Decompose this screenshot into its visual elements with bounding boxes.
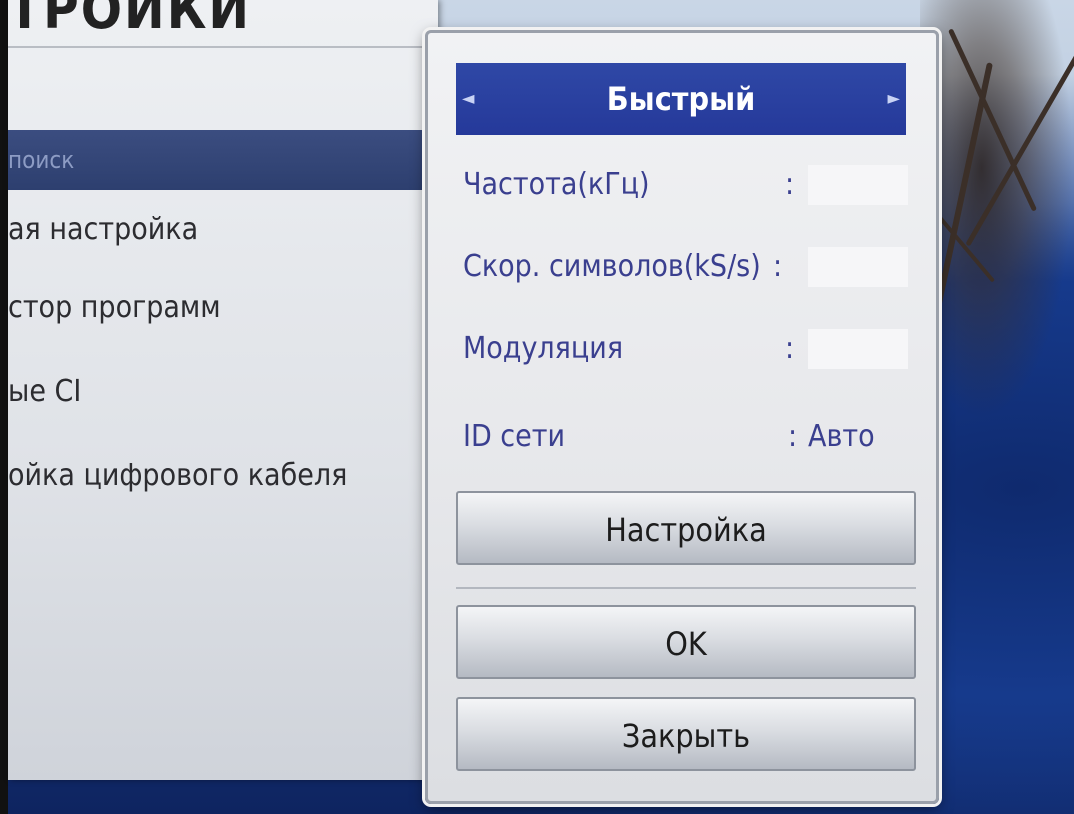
ok-button[interactable]: OK: [456, 605, 916, 679]
field-colon: :: [785, 167, 795, 202]
title-divider: [8, 46, 438, 48]
field-colon: :: [785, 331, 795, 366]
menu-item-label: ые CI: [8, 374, 82, 409]
screen-bezel: [0, 0, 8, 814]
button-divider: [456, 587, 916, 589]
menu-item-label: поиск: [8, 146, 75, 174]
menu-item-label: ая настройка: [8, 212, 199, 247]
menu-item-search[interactable]: поиск: [8, 130, 438, 190]
arrow-left-icon[interactable]: ◄: [462, 63, 474, 135]
modulation-label: Модуляция: [463, 331, 624, 366]
field-colon: :: [773, 249, 783, 284]
menu-item-ci-info[interactable]: ые CI: [8, 362, 438, 422]
menu-item-digital-cable-setup[interactable]: ойка цифрового кабеля: [8, 446, 438, 506]
network-id-row: ID сети : Авто: [463, 407, 913, 467]
symbol-rate-label: Скор. символов(kS/s): [463, 249, 761, 284]
search-mode-selector[interactable]: ◄ Быстрый ►: [456, 63, 906, 135]
menu-item-program-editor[interactable]: стор программ: [8, 278, 438, 338]
arrow-right-icon[interactable]: ►: [888, 63, 900, 135]
frequency-row: Частота(кГц) :: [463, 155, 913, 215]
frequency-input[interactable]: [808, 165, 908, 205]
menu-item-label: стор программ: [8, 290, 221, 325]
modulation-input[interactable]: [808, 329, 908, 369]
field-colon: :: [788, 419, 798, 454]
menu-item-label: ойка цифрового кабеля: [8, 458, 348, 493]
background-tree: [889, 0, 1074, 420]
menu-item-manual-setup[interactable]: ая настройка: [8, 200, 438, 260]
symbol-rate-input[interactable]: [808, 247, 908, 287]
search-mode-value: Быстрый: [606, 80, 756, 118]
modulation-row: Модуляция :: [463, 319, 913, 379]
close-button[interactable]: Закрыть: [456, 697, 916, 771]
setup-button[interactable]: Настройка: [456, 491, 916, 565]
cable-search-dialog: ◄ Быстрый ► Частота(кГц) : Скор. символо…: [425, 30, 939, 804]
network-id-value[interactable]: Авто: [808, 417, 928, 457]
network-id-label: ID сети: [463, 419, 566, 454]
settings-menu-panel: ТРОЙКИ поиск ая настройка стор программ …: [8, 0, 438, 780]
settings-title: ТРОЙКИ: [8, 0, 252, 34]
symbol-rate-row: Скор. символов(kS/s) :: [463, 237, 913, 297]
frequency-label: Частота(кГц): [463, 167, 650, 202]
